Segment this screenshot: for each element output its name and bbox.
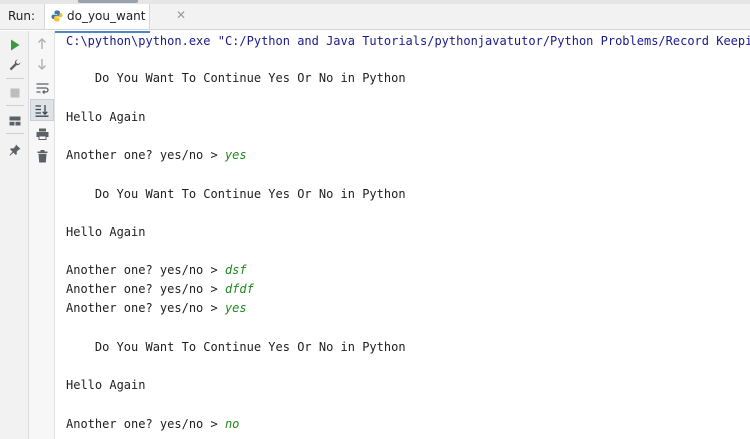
previous-occurrence-button[interactable]: [32, 34, 52, 54]
restore-layout-button[interactable]: [5, 111, 25, 131]
layout-icon: [9, 116, 21, 126]
edit-configuration-button[interactable]: [5, 55, 25, 75]
output-text: Hello Again: [66, 225, 146, 239]
console-line: Do You Want To Continue Yes Or No in Pyt…: [66, 71, 406, 85]
output-text: Do You Want To Continue Yes Or No in Pyt…: [66, 71, 406, 85]
run-tool-window-header: Run: do_you_want ✕: [0, 4, 750, 33]
console-line: Hello Again: [66, 225, 145, 239]
user-input: dfdf: [224, 282, 254, 296]
output-text: Another one? yes/no >: [66, 301, 225, 315]
scroll-to-end-button[interactable]: [30, 99, 54, 121]
user-input: yes: [224, 148, 247, 162]
stop-button[interactable]: [5, 83, 25, 103]
user-input: yes: [224, 301, 247, 315]
pin-tab-button[interactable]: [5, 140, 25, 160]
next-occurrence-button[interactable]: [32, 54, 52, 74]
console-line: Another one? yes/no > yes: [66, 301, 247, 315]
pin-icon: [9, 144, 21, 156]
console-line: Do You Want To Continue Yes Or No in Pyt…: [66, 187, 406, 201]
output-text: Another one? yes/no >: [66, 417, 225, 431]
wrench-icon: [9, 59, 21, 71]
run-tab-do-you-want[interactable]: do_you_want ✕: [44, 4, 186, 29]
console-line: Do You Want To Continue Yes Or No in Pyt…: [66, 340, 406, 354]
soft-wrap-button[interactable]: [32, 78, 52, 98]
output-text: Another one? yes/no >: [66, 282, 225, 296]
run-tab-label: do_you_want: [67, 9, 146, 23]
user-input: dsf: [224, 263, 247, 277]
console-line: Another one? yes/no > no: [66, 417, 239, 431]
close-icon[interactable]: ✕: [176, 8, 186, 22]
clear-all-button[interactable]: [32, 146, 52, 166]
console-output[interactable]: C:\python\python.exe "C:/Python and Java…: [56, 31, 750, 439]
trash-icon: [37, 149, 47, 162]
output-text: Another one? yes/no >: [66, 148, 225, 162]
stop-icon: [10, 88, 20, 98]
arrow-down-icon: [38, 59, 46, 70]
console-line: Another one? yes/no > yes: [66, 148, 247, 162]
command-line: C:\python\python.exe "C:/Python and Java…: [66, 34, 750, 48]
scroll-to-end-icon: [35, 104, 49, 117]
run-toolbar-left: [0, 31, 29, 439]
user-input: no: [224, 417, 240, 431]
soft-wrap-icon: [36, 83, 49, 94]
console-line: Another one? yes/no > dsf: [66, 263, 247, 277]
rerun-button[interactable]: [5, 35, 25, 55]
output-text: Another one? yes/no >: [66, 263, 225, 277]
toolbar-separator: [6, 105, 24, 106]
output-text: Hello Again: [66, 378, 146, 392]
console-line: Another one? yes/no > dfdf: [66, 282, 254, 296]
print-icon: [36, 128, 48, 140]
arrow-up-icon: [38, 38, 46, 49]
toolbar-separator: [6, 78, 24, 79]
toolbar-separator: [6, 133, 24, 134]
run-icon: [11, 39, 20, 51]
console-line: Hello Again: [66, 378, 145, 392]
output-text: Do You Want To Continue Yes Or No in Pyt…: [66, 340, 406, 354]
editor-tab-sliver: [78, 0, 138, 3]
output-text: Hello Again: [66, 110, 146, 124]
run-toolbar-right: [29, 31, 55, 439]
print-button[interactable]: [32, 124, 52, 144]
output-text: Do You Want To Continue Yes Or No in Pyt…: [66, 187, 406, 201]
console-line: Hello Again: [66, 110, 145, 124]
run-label: Run:: [8, 9, 36, 23]
python-file-icon: [51, 10, 63, 22]
